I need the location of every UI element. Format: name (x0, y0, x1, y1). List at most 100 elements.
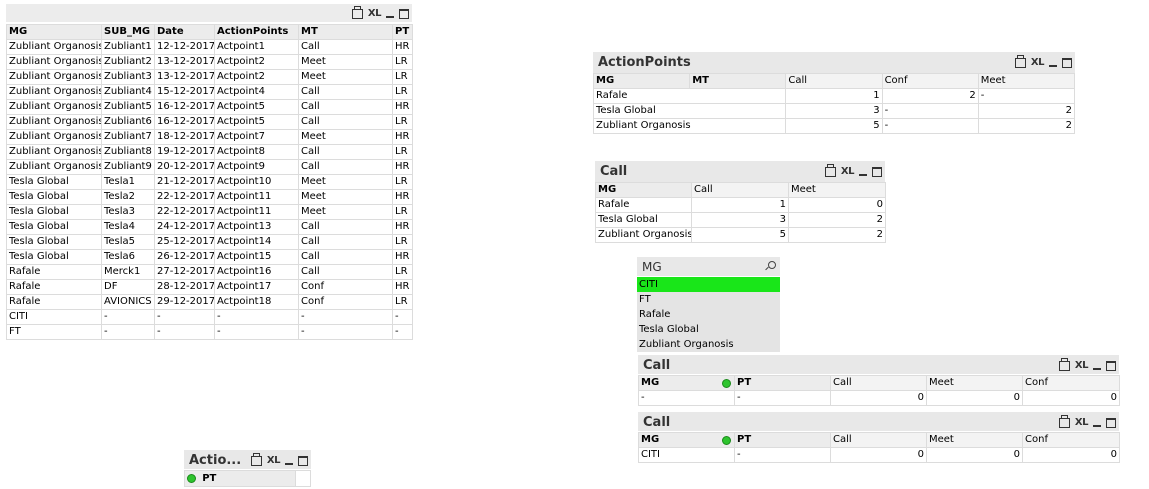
column-header[interactable]: PT (734, 375, 831, 391)
column-header[interactable]: Call (785, 73, 883, 89)
print-icon[interactable] (824, 163, 836, 177)
minimize-icon[interactable] (1093, 367, 1101, 370)
table-row[interactable]: Tesla Global Tesla1 21-12-2017 Actpoint10 Me… (6, 174, 413, 190)
column-header[interactable]: MG (638, 375, 735, 391)
table-cell: Meet (298, 174, 393, 190)
table-row[interactable]: Rafale Merck1 27-12-2017 Actpoint16 Call LR (6, 264, 413, 280)
minimize-icon[interactable] (1093, 424, 1101, 427)
column-header[interactable]: PT (392, 24, 413, 40)
table-row[interactable]: Tesla Global Tesla2 22-12-2017 Actpoint11 Me… (6, 189, 413, 205)
table-row[interactable]: Tesla Global Tesla5 25-12-2017 Actpoint14 Ca… (6, 234, 413, 250)
column-header[interactable]: Call (830, 432, 927, 448)
xl-export-icon[interactable]: XL (267, 454, 281, 468)
column-header[interactable]: SUB_MG (101, 24, 155, 40)
table-cell: Actpoint17 (214, 279, 299, 295)
column-header[interactable]: Meet (788, 182, 886, 198)
xl-export-icon[interactable]: XL (1031, 56, 1045, 70)
column-header[interactable]: MG (638, 432, 735, 448)
table-cell: 3 (691, 212, 789, 228)
table-cell: Actpoint1 (214, 39, 299, 55)
print-icon[interactable] (351, 5, 363, 19)
table-row[interactable]: Tesla Global Tesla6 26-12-2017 Actpoint15 Ca… (6, 249, 413, 265)
table-row[interactable]: CITI - - - - - (6, 309, 413, 325)
table-row[interactable]: Zubliant Organosis Zubliant4 15-12-2017 Act… (6, 84, 413, 100)
maximize-icon[interactable] (872, 166, 882, 177)
table-row[interactable]: Rafale AVIONICS 29-12-2017 Actpoint18 Conf LR (6, 294, 413, 310)
column-header[interactable]: MT (298, 24, 393, 40)
table-row[interactable]: Zubliant Organosis Zubliant6 16-12-2017 Act… (6, 114, 413, 130)
table-row[interactable]: Rafale 1 0 (595, 197, 886, 213)
list-item[interactable]: FT (637, 292, 780, 307)
table-row[interactable]: Zubliant Organosis Zubliant2 13-12-2017 Act… (6, 54, 413, 70)
column-header[interactable]: Meet (977, 73, 1076, 89)
list-item[interactable]: Tesla Global (637, 322, 780, 337)
column-header[interactable]: PT (734, 432, 831, 448)
xl-export-icon[interactable]: XL (841, 165, 855, 179)
table-row[interactable]: Zubliant Organosis 5 2 (595, 227, 886, 243)
column-header[interactable]: Date (154, 24, 215, 40)
column-header[interactable]: MG (6, 24, 102, 40)
table-row[interactable]: Zubliant Organosis Zubliant9 20-12-2017 Act… (6, 159, 413, 175)
mg-listbox[interactable]: CITI FT Rafale Tesla Global Zubliant Organos… (637, 277, 780, 352)
print-icon[interactable] (1058, 414, 1070, 428)
minimize-icon[interactable] (285, 462, 293, 465)
call-chart2-caption: Call XL (638, 355, 1119, 374)
search-icon[interactable] (768, 261, 776, 269)
maximize-icon[interactable] (1106, 417, 1116, 428)
maximize-icon[interactable] (1106, 360, 1116, 371)
list-item[interactable]: Zubliant Organosis (637, 337, 780, 352)
column-header[interactable]: ActionPoints (214, 24, 299, 40)
print-icon[interactable] (250, 452, 262, 466)
table-row[interactable]: CITI -0 0 0 (638, 447, 1120, 463)
table-row[interactable]: Zubliant Organosis Zubliant8 19-12-2017 Act… (6, 144, 413, 160)
table-row[interactable]: --000 (638, 390, 1120, 406)
column-header[interactable]: Conf (1022, 375, 1120, 391)
column-header[interactable]: MT (689, 73, 787, 89)
table-row[interactable]: Zubliant Organosis 5-2 (592, 118, 1076, 134)
table-row[interactable]: Tesla Global 3-2 (592, 103, 1076, 119)
main-table-caption-icons: XL (351, 5, 409, 22)
table-row[interactable]: Zubliant Organosis Zubliant1 12-12-2017 Act… (6, 39, 413, 55)
table-row[interactable]: Rafale 1 2- (592, 88, 1076, 104)
table-cell: Zubliant Organosis (6, 159, 102, 175)
column-header[interactable]: Meet (926, 375, 1023, 391)
maximize-icon[interactable] (1062, 57, 1072, 68)
table-row[interactable]: Zubliant Organosis Zubliant3 13-12-2017 Act… (6, 69, 413, 85)
column-header[interactable]: Call (830, 375, 927, 391)
table-cell: Call (298, 249, 393, 265)
table-row[interactable]: Zubliant Organosis Zubliant5 16-12-2017 Act… (6, 99, 413, 115)
column-header[interactable]: MG (592, 73, 691, 89)
table-cell: 2 (977, 118, 1076, 134)
print-icon[interactable] (1014, 54, 1026, 68)
table-cell: 1 (785, 88, 883, 104)
table-row[interactable]: Tesla Global Tesla4 24-12-2017 Actpoint13 Ca… (6, 219, 413, 235)
list-item[interactable]: Rafale (637, 307, 780, 322)
print-icon[interactable] (1058, 357, 1070, 371)
table-cell: - (734, 390, 831, 406)
column-header[interactable]: Call (691, 182, 789, 198)
table-row[interactable]: FT - - - - - (6, 324, 413, 340)
table-cell: Tesla Global (6, 219, 102, 235)
table-row[interactable]: Tesla Global Tesla3 22-12-2017 Actpoint11 Me… (6, 204, 413, 220)
table-cell: Tesla3 (101, 204, 155, 220)
table-cell: Zubliant Organosis (592, 118, 787, 134)
minimize-icon[interactable] (386, 15, 394, 18)
minimize-icon[interactable] (859, 173, 867, 176)
column-header[interactable]: Conf (1022, 432, 1120, 448)
xl-export-icon[interactable]: XL (1075, 359, 1089, 373)
table-row[interactable]: Zubliant Organosis Zubliant7 18-12-2017 Act… (6, 129, 413, 145)
xl-export-icon[interactable]: XL (368, 7, 382, 21)
maximize-icon[interactable] (298, 455, 308, 466)
table-row[interactable]: Tesla Global 3 2 (595, 212, 886, 228)
maximize-icon[interactable] (399, 8, 409, 19)
table-cell: Call (298, 84, 393, 100)
xl-export-icon[interactable]: XL (1075, 416, 1089, 430)
column-header[interactable]: Meet (926, 432, 1023, 448)
column-header[interactable]: MG (595, 182, 692, 198)
minimize-icon[interactable] (1049, 64, 1057, 67)
small-actionpoints-field-row[interactable]: PT (184, 470, 296, 487)
list-item[interactable]: CITI (637, 277, 780, 292)
table-row[interactable]: Rafale DF 28-12-2017 Actpoint17 Conf HR (6, 279, 413, 295)
table-cell: 0 (1022, 390, 1120, 406)
column-header[interactable]: Conf (881, 73, 979, 89)
